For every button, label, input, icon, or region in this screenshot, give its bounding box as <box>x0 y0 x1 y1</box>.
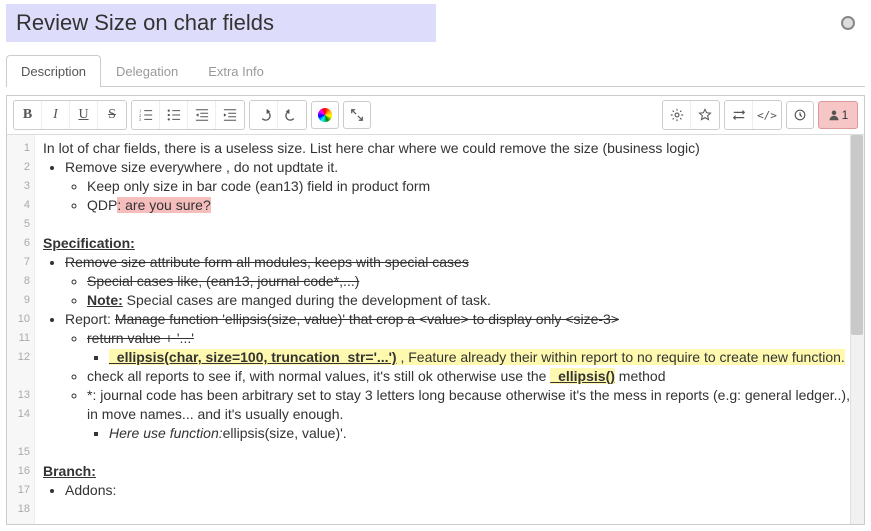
toolbar: B I U S 123 <box>7 96 864 135</box>
settings-button[interactable] <box>663 101 691 129</box>
collaborators-button[interactable]: 1 <box>818 101 858 129</box>
editor: B I U S 123 <box>6 95 865 525</box>
list-item: *: journal code has been arbitrary set t… <box>87 386 856 443</box>
redo-icon <box>285 108 299 122</box>
header <box>0 0 871 46</box>
history-button[interactable] <box>786 101 814 129</box>
svg-text:3: 3 <box>139 117 142 122</box>
scrollbar[interactable] <box>850 135 864 524</box>
tabs: Description Delegation Extra Info <box>6 54 865 87</box>
user-icon <box>828 109 840 121</box>
editor-body: 123456789101112 1314 15161718 In lot of … <box>7 135 864 524</box>
undo-button[interactable] <box>250 101 278 129</box>
unordered-list-icon <box>167 108 181 122</box>
ordered-list-button[interactable]: 123 <box>132 101 160 129</box>
undo-icon <box>257 108 271 122</box>
tab-delegation[interactable]: Delegation <box>101 55 193 87</box>
text-line: In lot of char fields, there is a useles… <box>43 139 856 158</box>
list-item: return value + '...' _ellipsis(char, siz… <box>87 329 856 367</box>
fullscreen-button[interactable] <box>343 101 371 129</box>
list-item: Remove size everywhere , do not updtate … <box>65 158 856 215</box>
list-item: check all reports to see if, with normal… <box>87 367 856 386</box>
status-indicator-icon[interactable] <box>841 16 855 30</box>
italic-button[interactable]: I <box>42 101 70 129</box>
strike-button[interactable]: S <box>98 101 126 129</box>
scrollbar-thumb[interactable] <box>851 135 863 335</box>
editor-content[interactable]: In lot of char fields, there is a useles… <box>35 135 864 524</box>
indent-icon <box>223 108 237 122</box>
list-item: Report: Manage function 'ellipsis(size, … <box>65 310 856 443</box>
code-button[interactable]: </> <box>753 101 781 129</box>
underline-button[interactable]: U <box>70 101 98 129</box>
history-icon <box>793 108 807 122</box>
outdent-icon <box>195 108 209 122</box>
title-input[interactable] <box>6 4 436 42</box>
list-item: Remove size attribute form all modules, … <box>65 253 856 310</box>
heading: Branch: <box>43 462 856 481</box>
bold-button[interactable]: B <box>14 101 42 129</box>
fullscreen-icon <box>350 108 364 122</box>
list-item: Here use function:ellipsis(size, value)'… <box>109 424 856 443</box>
list-item: Special cases like, (ean13, journal code… <box>87 272 856 291</box>
swap-icon <box>732 108 746 122</box>
ordered-list-icon: 123 <box>139 108 153 122</box>
star-icon <box>698 108 712 122</box>
list-item: Addons: <box>65 481 856 500</box>
tab-description[interactable]: Description <box>6 55 101 87</box>
star-button[interactable] <box>691 101 719 129</box>
list-item: QDP: are you sure? <box>87 196 856 215</box>
outdent-button[interactable] <box>188 101 216 129</box>
collaborators-count: 1 <box>842 108 849 122</box>
color-icon <box>318 108 332 122</box>
redo-button[interactable] <box>278 101 306 129</box>
heading: Specification: <box>43 234 856 253</box>
color-button[interactable] <box>311 101 339 129</box>
list-item: Note: Special cases are manged during th… <box>87 291 856 310</box>
tab-extra-info[interactable]: Extra Info <box>193 55 279 87</box>
list-item: _ellipsis(char, size=100, truncation_str… <box>109 348 856 367</box>
list-item: Keep only size in bar code (ean13) field… <box>87 177 856 196</box>
swap-button[interactable] <box>725 101 753 129</box>
gear-icon <box>670 108 684 122</box>
line-gutter: 123456789101112 1314 15161718 <box>7 135 35 524</box>
unordered-list-button[interactable] <box>160 101 188 129</box>
indent-button[interactable] <box>216 101 244 129</box>
